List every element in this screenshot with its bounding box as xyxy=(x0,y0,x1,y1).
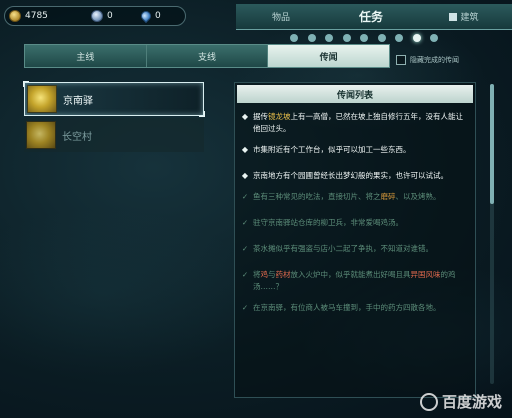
tab-side-quests[interactable]: 支线 xyxy=(147,45,269,67)
watermark-text: 百度游戏 xyxy=(441,393,502,411)
rumor-entry: ✓ 茶水摊似乎有强盗与店小二起了争执，不知道对谁错。 xyxy=(241,243,469,255)
quest-item-jingnanyi[interactable]: 京南驿 xyxy=(23,81,205,117)
drop-amount: 0 xyxy=(155,11,161,21)
diamond-icon: ◆ xyxy=(241,171,249,180)
rumor-entry: ✓ 驻守京南驿站仓库的柳卫兵，非常爱喝鸡汤。 xyxy=(241,217,469,229)
filter-icon-8[interactable] xyxy=(412,34,421,42)
selection-corner xyxy=(199,111,205,117)
currency-bar: 4785 0 0 xyxy=(4,6,186,26)
water-drop-icon xyxy=(138,8,154,24)
rumor-text: 据传镜龙坡上有一高僧，已然在坡上独自修行五年，没有人能让他回过头。 xyxy=(253,112,463,133)
rumor-entry: ✓ 鱼有三种常见的吃法，直接切片、将之磨碎、以及烤熟。 xyxy=(241,191,469,203)
quest-label: 长空村 xyxy=(62,131,92,143)
rumor-entry: ◆ 据传镜龙坡上有一高僧，已然在坡上独自修行五年，没有人能让他回过头。 xyxy=(241,111,469,135)
filter-icon-1[interactable] xyxy=(290,34,298,42)
filter-icon-5[interactable] xyxy=(360,34,368,42)
coin-counter: 4785 xyxy=(9,10,87,22)
rumor-text: 驻守京南驿站仓库的柳卫兵，非常爱喝鸡汤。 xyxy=(253,218,403,227)
check-icon: ✓ xyxy=(241,218,249,227)
quest-thumbnail xyxy=(26,121,56,149)
building-icon xyxy=(449,12,458,21)
top-tabs: 物品 任务 建筑 xyxy=(236,4,512,30)
orb-amount: 0 xyxy=(107,11,113,21)
quest-thumbnail xyxy=(27,85,57,113)
filter-icon-3[interactable] xyxy=(325,34,333,42)
check-icon: ✓ xyxy=(241,303,249,312)
tab-buildings-label: 建筑 xyxy=(460,13,479,23)
filter-icon-4[interactable] xyxy=(342,34,351,42)
diamond-icon: ◆ xyxy=(241,145,249,154)
rumor-entries: ◆ 据传镜龙坡上有一高僧，已然在坡上独自修行五年，没有人能让他回过头。 ◆ 市集… xyxy=(235,105,475,314)
coin-amount: 4785 xyxy=(25,11,48,21)
rumor-entry: ◆ 市集附近有个工作台，似乎可以加工一些东西。 xyxy=(241,144,469,156)
check-icon: ✓ xyxy=(241,244,249,253)
watermark: 百度游戏 xyxy=(419,391,502,412)
scroll-thumb[interactable] xyxy=(490,84,494,204)
rumor-entry: ✓ 将鸡与药材放入火炉中，似乎就能煮出好喝且具异国风味的鸡汤……？ xyxy=(241,269,469,293)
tab-main-quests[interactable]: 主线 xyxy=(25,45,147,67)
filter-icon-9[interactable] xyxy=(430,34,438,42)
tab-quests[interactable]: 任务 xyxy=(326,8,416,25)
coin-icon xyxy=(9,10,21,22)
filter-icon-strip xyxy=(286,32,442,44)
rumor-text: 鱼有三种常见的吃法，直接切片、将之磨碎、以及烤熟。 xyxy=(253,192,441,201)
sub-tabs: 主线 支线 传闻 xyxy=(24,44,390,68)
filter-icon-7[interactable] xyxy=(395,34,403,42)
tab-rumors[interactable]: 传闻 xyxy=(268,45,390,67)
hide-completed-toggle[interactable]: 隐藏完成的传闻 xyxy=(396,55,459,65)
check-icon: ✓ xyxy=(241,192,249,201)
orb-counter: 0 xyxy=(91,10,137,22)
rumor-text: 将鸡与药材放入火炉中，似乎就能煮出好喝且具异国风味的鸡汤……？ xyxy=(253,270,456,291)
filter-icon-2[interactable] xyxy=(307,34,316,42)
rumor-text: 市集附近有个工作台，似乎可以加工一些东西。 xyxy=(253,145,411,154)
panel-title: 传闻列表 xyxy=(237,85,473,103)
selection-corner xyxy=(23,81,29,87)
drop-counter: 0 xyxy=(138,8,161,24)
check-icon: ✓ xyxy=(241,270,249,279)
diamond-icon: ◆ xyxy=(241,112,249,121)
rumor-panel: 传闻列表 ◆ 据传镜龙坡上有一高僧，已然在坡上独自修行五年，没有人能让他回过头。… xyxy=(234,82,476,398)
scrollbar[interactable] xyxy=(490,84,494,384)
hide-completed-label: 隐藏完成的传闻 xyxy=(410,56,459,64)
rumor-text: 茶水摊似乎有强盗与店小二起了争执，不知道对谁错。 xyxy=(253,244,433,253)
filter-icon-6[interactable] xyxy=(377,34,386,42)
rumor-entry: ✓ 在京南驿，有位商人被马车撞到，手中的药方四散各地。 xyxy=(241,302,469,314)
rumor-text: 京南地方有个园圃曾经长出梦幻般的果实，也许可以试试。 xyxy=(253,171,448,180)
quest-label: 京南驿 xyxy=(63,95,93,107)
rumor-text: 在京南驿，有位商人被马车撞到，手中的药方四散各地。 xyxy=(253,303,441,312)
baidu-logo-icon xyxy=(419,392,438,411)
tab-items[interactable]: 物品 xyxy=(236,10,326,23)
quest-item-changkongcun[interactable]: 长空村 xyxy=(24,118,204,152)
hide-completed-checkbox[interactable] xyxy=(396,55,406,65)
orb-icon xyxy=(91,10,103,22)
tab-buildings[interactable]: 建筑 xyxy=(416,10,512,23)
rumor-entry: ◆ 京南地方有个园圃曾经长出梦幻般的果实，也许可以试试。 xyxy=(241,170,469,182)
